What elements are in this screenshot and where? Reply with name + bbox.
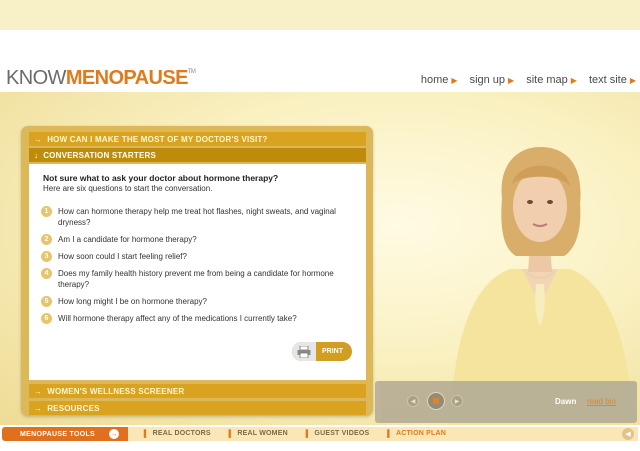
triangle-right-icon: ▶ <box>508 75 515 85</box>
logo[interactable]: KNOWMENOPAUSETM <box>6 67 196 90</box>
nav-site-map-link[interactable]: site map ▶ <box>526 74 577 86</box>
triangle-right-icon: ▶ <box>451 75 458 85</box>
arrow-right-icon: → <box>34 403 43 413</box>
video-stage: → HOW CAN I MAKE THE MOST OF MY DOCTOR'S… <box>0 92 640 425</box>
presenter-name: Dawn <box>555 397 577 406</box>
separator-icon: ▍ <box>144 431 150 438</box>
question-text: Will hormone therapy affect any of the m… <box>58 314 297 323</box>
read-bio-link[interactable]: read bio <box>587 397 616 406</box>
tool-label: GUEST VIDEOS <box>314 430 370 437</box>
question-text: Does my family health history prevent me… <box>58 269 334 289</box>
question-number-badge: 2 <box>41 234 52 245</box>
rewind-icon[interactable]: ◀ <box>407 395 419 407</box>
accordion-label: HOW CAN I MAKE THE MOST OF MY DOCTOR'S V… <box>47 134 268 144</box>
accordion-label: WOMEN'S WELLNESS SCREENER <box>47 386 185 396</box>
question-number-badge: 6 <box>41 313 52 324</box>
print-label: PRINT <box>322 348 343 355</box>
action-plan-link[interactable]: ▍ ACTION PLAN <box>387 430 446 438</box>
question-text: How long might I be on hormone therapy? <box>58 297 207 306</box>
arrow-down-icon: ↓ <box>34 150 39 160</box>
nav-label: sign up <box>469 74 506 86</box>
logo-trademark: TM <box>187 69 196 75</box>
arrow-right-icon: → <box>109 429 120 439</box>
nav-label: text site <box>588 74 627 86</box>
nav-label: site map <box>526 74 568 86</box>
logo-menopause: MENOPAUSE <box>65 67 189 89</box>
conversation-starters-content: Not sure what to ask your doctor about h… <box>29 164 366 380</box>
question-list: 1 How can hormone therapy help me treat … <box>41 206 341 330</box>
question-item: 3 How soon could I start feeling relief? <box>41 251 341 262</box>
video-controls-bar: ◀ ▶ Dawn read bio <box>375 381 637 423</box>
accordion-label: RESOURCES <box>47 403 100 413</box>
tools-strip: ▍ REAL DOCTORS ▍ REAL WOMEN ▍ GUEST VIDE… <box>128 427 638 441</box>
arrow-right-icon: → <box>34 386 43 396</box>
separator-icon: ▍ <box>305 431 312 438</box>
top-nav: home ▶ sign up ▶ site map ▶ text site ▶ <box>421 74 636 86</box>
logo-know: KNOW <box>6 67 66 89</box>
top-banner-band <box>0 0 640 30</box>
question-number-badge: 4 <box>41 268 52 279</box>
triangle-right-icon: ▶ <box>629 75 636 85</box>
question-number-badge: 1 <box>41 206 52 217</box>
arrow-right-icon: → <box>34 134 43 144</box>
question-number-badge: 3 <box>41 251 52 262</box>
speaker-icon[interactable]: ◀ <box>622 428 634 440</box>
nav-sign-up-link[interactable]: sign up ▶ <box>470 74 515 86</box>
question-text: How soon could I start feeling relief? <box>58 252 187 261</box>
question-text: How can hormone therapy help me treat ho… <box>58 207 336 227</box>
question-item: 2 Am I a candidate for hormone therapy? <box>41 234 341 245</box>
accordion-resources[interactable]: → RESOURCES <box>29 401 366 415</box>
separator-icon: ▍ <box>387 431 393 438</box>
question-item: 5 How long might I be on hormone therapy… <box>41 296 341 307</box>
stop-button[interactable] <box>427 392 445 410</box>
tool-label: REAL WOMEN <box>237 430 288 437</box>
forward-icon[interactable]: ▶ <box>451 395 463 407</box>
nav-label: home <box>420 74 449 86</box>
guest-videos-link[interactable]: ▍ GUEST VIDEOS <box>306 430 370 438</box>
triangle-right-icon: ▶ <box>570 75 577 85</box>
printer-icon <box>292 342 316 361</box>
tool-label: REAL DOCTORS <box>152 430 211 437</box>
separator-icon: ▍ <box>228 431 235 438</box>
accordion-doctors-visit[interactable]: → HOW CAN I MAKE THE MOST OF MY DOCTOR'S… <box>29 132 366 146</box>
question-item: 4 Does my family health history prevent … <box>41 268 341 290</box>
print-button[interactable]: PRINT <box>292 342 352 361</box>
question-text: Am I a candidate for hormone therapy? <box>58 235 197 244</box>
nav-text-site-link[interactable]: text site ▶ <box>589 74 636 86</box>
accordion-label: CONVERSATION STARTERS <box>43 150 157 160</box>
stop-icon <box>433 398 439 404</box>
bottom-tools-bar: MENOPAUSE TOOLS → ▍ REAL DOCTORS ▍ REAL … <box>0 425 640 441</box>
question-item: 6 Will hormone therapy affect any of the… <box>41 313 341 324</box>
question-number-badge: 5 <box>41 296 52 307</box>
tools-label: MENOPAUSE TOOLS <box>20 430 96 438</box>
accordion-conversation-starters[interactable]: ↓ CONVERSATION STARTERS <box>29 148 366 162</box>
questions-heading: Not sure what to ask your doctor about h… <box>43 173 279 183</box>
question-panel: → HOW CAN I MAKE THE MOST OF MY DOCTOR'S… <box>21 126 373 416</box>
accordion-wellness-screener[interactable]: → WOMEN'S WELLNESS SCREENER <box>29 384 366 398</box>
nav-home-link[interactable]: home ▶ <box>421 74 458 86</box>
menopause-tools-tab[interactable]: MENOPAUSE TOOLS → <box>2 427 128 441</box>
tool-label: ACTION PLAN <box>395 430 446 437</box>
real-doctors-link[interactable]: ▍ REAL DOCTORS <box>144 430 211 438</box>
real-women-link[interactable]: ▍ REAL WOMEN <box>229 430 288 438</box>
questions-subheading: Here are six questions to start the conv… <box>43 184 213 193</box>
site-header: KNOWMENOPAUSETM home ▶ sign up ▶ site ma… <box>0 58 640 92</box>
question-item: 1 How can hormone therapy help me treat … <box>41 206 341 228</box>
